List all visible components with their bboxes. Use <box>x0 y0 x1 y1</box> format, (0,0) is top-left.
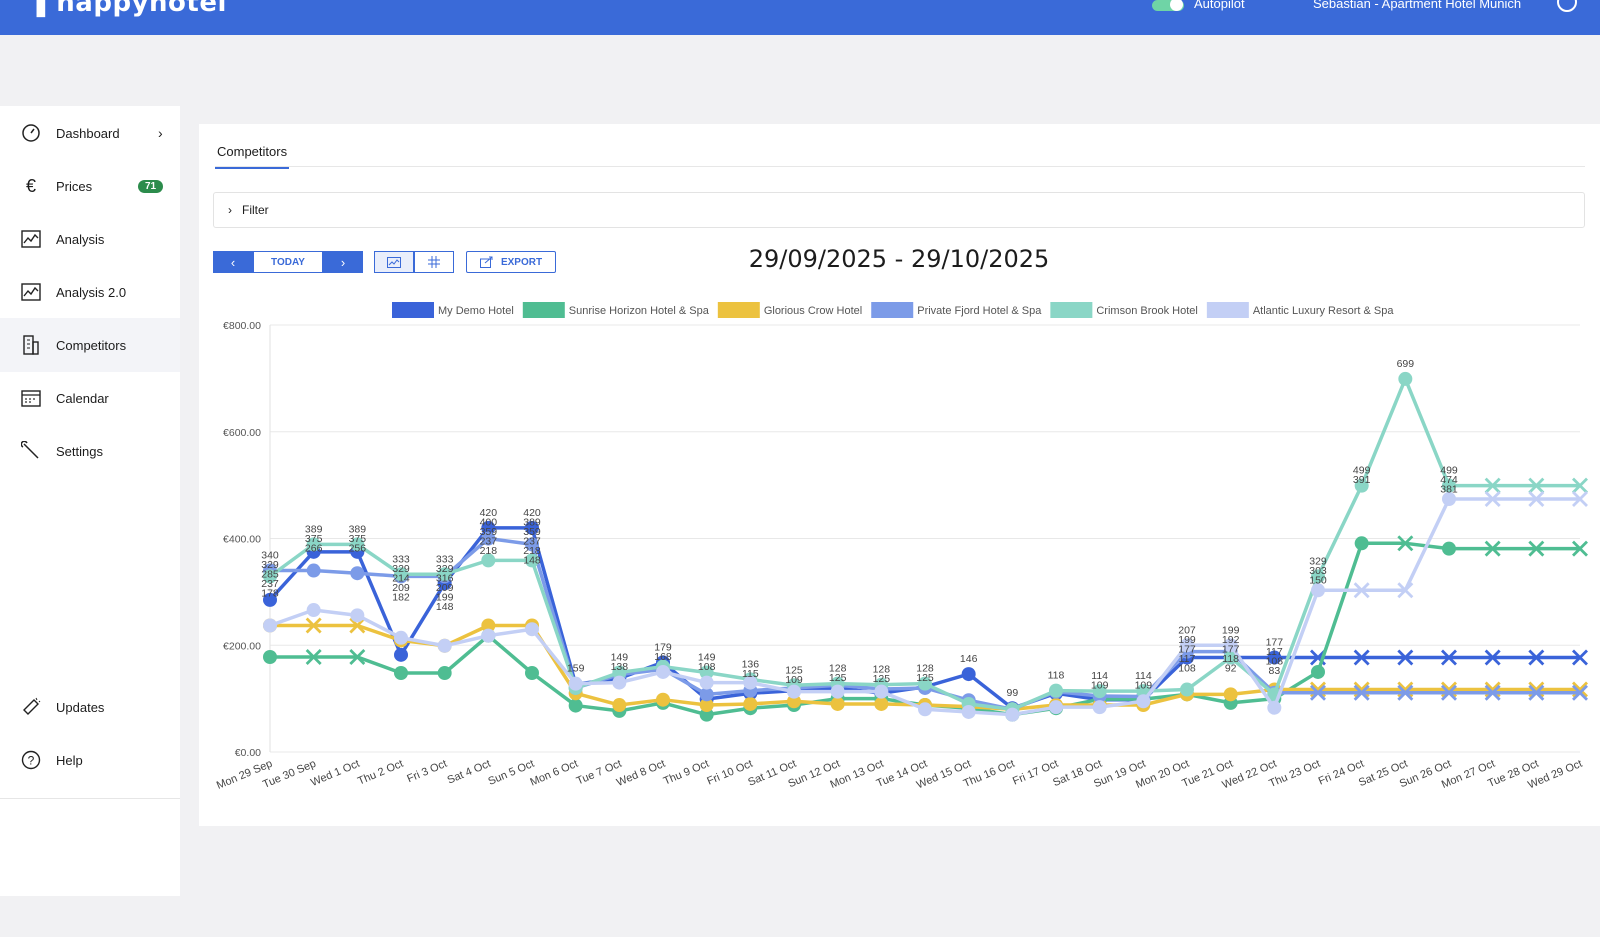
data-point <box>525 622 539 637</box>
data-point <box>656 692 670 707</box>
legend-label: Sunrise Horizon Hotel & Spa <box>569 305 710 317</box>
data-point <box>306 603 321 618</box>
data-label: 159 <box>567 663 585 675</box>
x-tick-label: Fri 3 Oct <box>405 758 449 786</box>
legend-swatch <box>717 302 760 318</box>
legend-label: My Demo Hotel <box>438 305 514 317</box>
legend-swatch <box>1206 302 1249 318</box>
data-label: 125 <box>829 672 847 684</box>
data-label: 381 <box>1440 484 1458 496</box>
y-tick-label: €800.00 <box>223 320 261 332</box>
data-point <box>656 664 670 679</box>
y-tick-label: €400.00 <box>223 534 261 546</box>
data-point <box>350 608 365 623</box>
data-label: 118 <box>1048 670 1065 682</box>
legend-label: Atlantic Luxury Resort & Spa <box>1253 305 1395 317</box>
data-label: 146 <box>960 653 978 665</box>
data-label: 83 <box>1268 665 1280 677</box>
competitor-price-chart: €0.00€200.00€400.00€600.00€800.00Mon 29 … <box>215 302 1588 792</box>
x-tick-label: Fri 10 Oct <box>705 758 754 788</box>
data-label: 115 <box>742 668 759 680</box>
data-point <box>568 698 583 713</box>
data-point <box>568 676 583 691</box>
data-point <box>1398 371 1413 386</box>
data-point <box>1442 541 1456 556</box>
data-point <box>699 675 714 690</box>
data-label: 92 <box>1225 662 1237 674</box>
data-point <box>481 628 496 643</box>
data-label: 391 <box>1353 474 1371 486</box>
data-point <box>394 666 408 681</box>
data-point <box>437 666 452 681</box>
data-point <box>787 684 801 699</box>
legend-swatch <box>1050 302 1093 318</box>
data-point <box>743 696 758 711</box>
data-point <box>830 696 845 711</box>
data-label: 125 <box>873 673 891 685</box>
legend-label: Crimson Brook Hotel <box>1096 305 1197 317</box>
data-point <box>350 566 365 581</box>
legend-swatch <box>871 302 914 318</box>
data-label: 109 <box>1135 680 1153 692</box>
data-label: 108 <box>1178 662 1196 674</box>
y-tick-label: €600.00 <box>223 427 261 439</box>
data-point <box>612 675 627 690</box>
data-point <box>394 630 408 645</box>
data-point <box>1223 687 1238 702</box>
data-point <box>525 666 539 681</box>
data-label: 178 <box>261 588 279 600</box>
legend-label: Glorious Crow Hotel <box>764 305 862 317</box>
data-label: 125 <box>916 672 934 684</box>
data-label: 218 <box>480 545 498 557</box>
data-point <box>612 698 627 713</box>
data-label: 150 <box>1309 574 1327 586</box>
data-label: 99 <box>1006 687 1018 699</box>
data-point <box>437 638 452 653</box>
data-label: 138 <box>611 661 629 673</box>
data-point <box>1136 694 1151 709</box>
data-point <box>830 684 845 699</box>
x-tick-label: Sun 5 Oct <box>486 758 536 788</box>
data-label: 148 <box>523 554 541 566</box>
data-label: 266 <box>305 542 323 554</box>
data-point <box>961 667 976 682</box>
legend-label: Private Fjord Hotel & Spa <box>917 305 1042 317</box>
data-label: 699 <box>1397 358 1415 370</box>
data-point <box>263 649 277 664</box>
data-point <box>1049 683 1063 698</box>
data-point <box>1049 700 1063 715</box>
data-point <box>918 702 932 717</box>
data-label: 256 <box>349 542 367 554</box>
data-label: 168 <box>654 651 672 663</box>
y-tick-label: €200.00 <box>223 640 261 652</box>
legend-swatch <box>392 302 434 318</box>
x-tick-label: Thu 2 Oct <box>356 758 405 788</box>
data-point <box>306 563 321 578</box>
data-point <box>961 704 976 719</box>
data-label: 109 <box>785 674 803 686</box>
x-tick-label: Thu 9 Oct <box>662 758 711 788</box>
x-tick-label: Wed 8 Oct <box>615 758 667 789</box>
data-point <box>1092 700 1107 715</box>
y-tick-label: €0.00 <box>235 747 261 759</box>
x-tick-label: Mon 6 Oct <box>528 758 579 789</box>
data-point <box>1354 536 1369 551</box>
data-point <box>1311 664 1325 679</box>
data-label: 182 <box>392 591 410 603</box>
data-label: 148 <box>436 601 454 613</box>
x-tick-label: Wed 1 Oct <box>309 758 361 789</box>
x-tick-label: Sat 4 Oct <box>446 758 493 787</box>
data-label: 109 <box>1091 680 1109 692</box>
data-point <box>394 647 408 662</box>
data-point <box>1180 682 1194 697</box>
data-point <box>1005 707 1020 722</box>
data-point <box>1267 700 1282 715</box>
legend-swatch <box>522 302 565 318</box>
data-label: 108 <box>698 661 716 673</box>
data-point <box>874 684 889 699</box>
data-point <box>263 618 277 633</box>
data-point <box>874 696 889 711</box>
